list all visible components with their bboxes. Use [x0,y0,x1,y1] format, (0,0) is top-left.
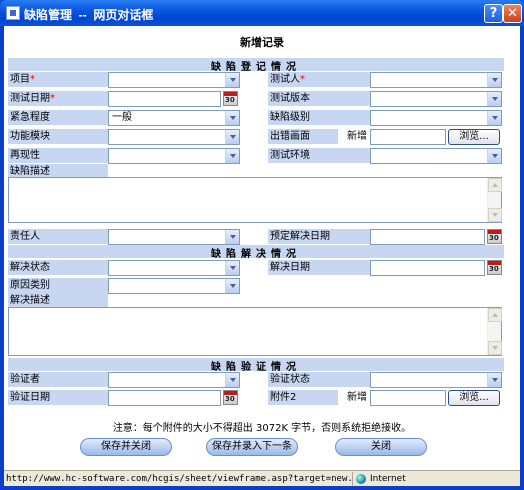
resolve-status-label: 解决状态 [8,260,108,275]
add-attachment-label: 新增 [347,392,367,403]
error-screen-file-input[interactable] [370,129,446,145]
test-date-label: 测试日期* [8,91,108,106]
chevron-down-icon [225,130,239,144]
chevron-down-icon [225,279,239,293]
scroll-up-arrow[interactable] [488,308,502,322]
status-divider [352,472,353,486]
section-register-header: 缺陷登记情况 [8,58,504,73]
test-env-select[interactable] [370,148,502,164]
attachment-size-note: 注意：每个附件的大小不得超出 3072K 字节，否则系统拒绝接收。 [112,423,412,434]
verify-date-label: 验证日期 [8,390,108,405]
resolve-desc-textarea[interactable] [8,307,502,356]
title-bar[interactable]: 缺陷管理 -- 网页对话框 ? ✕ [0,0,524,26]
required-mark: * [300,74,305,85]
verify-status-label: 验证状态 [268,372,370,387]
resolve-status-select[interactable] [108,260,240,276]
help-button[interactable]: ? [484,4,503,23]
cause-type-label: 原因类别 [8,278,108,293]
tester-select[interactable] [370,72,502,88]
error-screen-label: 出错画面 [268,129,338,144]
resolve-date-label: 解决日期 [268,260,370,275]
scroll-down-arrow[interactable] [488,341,502,355]
calendar-icon[interactable] [223,91,238,106]
calendar-icon[interactable] [223,390,238,405]
verifier-select[interactable] [108,372,240,388]
resolve-desc-label: 解决描述 [8,293,108,308]
window-title: 缺陷管理 -- 网页对话框 [24,8,154,22]
chevron-down-icon [225,230,239,244]
reproducible-select[interactable] [108,148,240,164]
module-label: 功能模块 [8,129,108,144]
dialog-window: 缺陷管理 -- 网页对话框 ? ✕ 新增记录 缺陷登记情况 项目* 测试人* 测… [0,0,524,490]
urgency-label: 紧急程度 [8,110,108,125]
browse-button-2[interactable]: 浏览... [448,390,500,406]
module-select[interactable] [108,129,240,145]
chevron-down-icon [487,373,501,387]
scroll-down-arrow[interactable] [488,208,502,222]
verify-date-input[interactable] [108,390,221,406]
chevron-down-icon [225,149,239,163]
globe-icon [356,474,366,484]
tester-label: 测试人* [268,72,370,87]
scroll-up-arrow[interactable] [488,178,502,192]
project-label-text: 项目 [10,74,30,85]
attachment2-label: 附件2 [268,390,338,405]
security-zone: Internet [370,474,406,484]
resolve-date-input[interactable] [370,260,485,276]
chevron-down-icon [487,73,501,87]
test-version-select[interactable] [370,91,502,107]
test-date-input[interactable] [108,91,221,107]
dialog-content: 新增记录 缺陷登记情况 项目* 测试人* 测试日期* 测试版本 紧急程度 一般 … [4,26,520,470]
form-title: 新增记录 [240,36,284,49]
save-close-button[interactable]: 保存并关闭 [80,438,172,456]
test-version-label: 测试版本 [268,91,370,106]
verifier-label: 验证者 [8,372,108,387]
chevron-down-icon [487,111,501,125]
chevron-down-icon [225,111,239,125]
tester-label-text: 测试人 [270,74,300,85]
urgency-select[interactable]: 一般 [108,110,240,126]
app-icon [6,6,20,20]
planned-date-label: 预定解决日期 [268,229,370,244]
owner-label: 责任人 [8,229,108,244]
chevron-down-icon [225,373,239,387]
calendar-icon[interactable] [487,229,502,244]
chevron-down-icon [225,261,239,275]
required-mark: * [30,74,35,85]
add-attachment-label: 新增 [347,131,367,142]
status-url: http://www.hc-software.com/hcgis/sheet/v… [6,474,351,484]
scrollbar[interactable] [487,178,502,222]
description-textarea[interactable] [8,177,502,223]
severity-label: 缺陷级别 [268,110,370,125]
calendar-icon[interactable] [487,260,502,275]
project-select[interactable] [108,72,240,88]
required-mark: * [50,93,55,104]
verify-status-select[interactable] [370,372,502,388]
attachment2-file-input[interactable] [370,390,446,406]
chevron-down-icon [487,92,501,106]
project-label: 项目* [8,72,108,87]
status-bar: http://www.hc-software.com/hcgis/sheet/v… [4,470,520,486]
chevron-down-icon [487,149,501,163]
close-window-button[interactable]: ✕ [503,4,522,23]
severity-select[interactable] [370,110,502,126]
scrollbar[interactable] [487,308,502,355]
section-verify-header: 缺陷验证情况 [8,358,504,373]
planned-date-input[interactable] [370,229,485,245]
urgency-value: 一般 [112,112,132,123]
section-resolve-header: 缺陷解决情况 [8,245,504,260]
browse-button-1[interactable]: 浏览... [448,129,500,145]
test-env-label: 测试环境 [268,148,370,163]
close-button[interactable]: 关闭 [335,438,427,456]
reproducible-label: 再现性 [8,148,108,163]
test-date-label-text: 测试日期 [10,93,50,104]
owner-select[interactable] [108,229,240,245]
chevron-down-icon [225,73,239,87]
save-next-button[interactable]: 保存并录入下一条 [206,438,298,456]
cause-type-select[interactable] [108,278,240,294]
